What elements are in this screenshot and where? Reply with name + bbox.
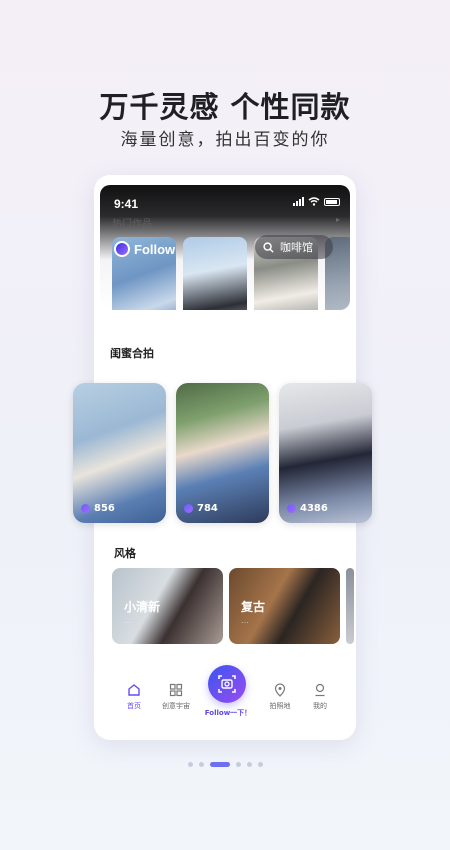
like-count: 4386	[287, 503, 328, 514]
status-time: 9:41	[114, 197, 139, 211]
style-card-fresh[interactable]: 小清新 …	[112, 568, 223, 644]
page-dot[interactable]	[246, 762, 252, 767]
friends-list: 856 784 4386	[73, 383, 372, 523]
tab-me[interactable]: 我的	[298, 683, 342, 711]
tab-spot-label: 拍照地	[269, 702, 291, 710]
tab-bar: 首页 创意宇宙 Follow一下！ 拍照地 我的	[94, 665, 356, 725]
tab-universe[interactable]: 创意宇宙	[154, 683, 198, 711]
tab-me-label: 我的	[313, 702, 327, 710]
subheadline: 海量创意，拍出百变的你	[120, 130, 330, 150]
page-dot-active[interactable]	[209, 762, 230, 767]
friends-card[interactable]: 856	[73, 383, 166, 523]
phone-mockup: 9:41 热门作品 ▸ 856	[73, 175, 372, 740]
search-icon	[263, 241, 274, 253]
page-dot[interactable]	[187, 762, 193, 767]
hot-title: 热门作品	[112, 219, 152, 230]
wifi-icon	[308, 197, 320, 206]
location-pin-icon	[274, 683, 286, 697]
page-dot[interactable]	[257, 762, 263, 767]
home-icon	[128, 684, 140, 696]
battery-icon	[324, 197, 340, 206]
page-dot[interactable]	[235, 762, 241, 767]
follow-logo-icon	[114, 241, 130, 257]
hot-card[interactable]: 384	[183, 237, 247, 310]
style-card-retro[interactable]: 复古 …	[229, 568, 340, 644]
style-title: 风格	[114, 547, 136, 560]
friends-card[interactable]: 4386	[279, 383, 372, 523]
tab-home[interactable]: 首页	[112, 683, 156, 711]
page-dot[interactable]	[198, 762, 204, 767]
follow-logo-icon	[184, 504, 193, 513]
status-icons	[293, 197, 340, 206]
friends-title: 闺蜜合拍	[110, 347, 154, 360]
signal-icon	[293, 197, 304, 206]
follow-logo-icon	[81, 504, 90, 513]
search-input[interactable]: 咖啡馆	[255, 235, 333, 259]
page-indicator	[0, 762, 450, 767]
follow-badge[interactable]: Follow	[114, 241, 175, 257]
camera-icon	[218, 675, 236, 693]
profile-icon	[315, 683, 325, 697]
tab-spot[interactable]: 拍照地	[258, 683, 302, 711]
tab-universe-label: 创意宇宙	[162, 702, 190, 710]
camera-button[interactable]	[208, 665, 246, 703]
style-card-title: 小清新	[124, 600, 161, 614]
friends-card[interactable]: 784	[176, 383, 269, 523]
hot-section: 9:41 热门作品 ▸ 856	[100, 185, 350, 310]
grid-icon	[169, 683, 183, 697]
headline: 万千灵感 个性同款	[99, 90, 351, 124]
hot-more-link[interactable]: ▸	[336, 215, 340, 224]
style-card[interactable]	[346, 568, 354, 644]
like-count: 856	[81, 503, 115, 514]
tab-home-label: 首页	[127, 702, 141, 710]
like-count: 784	[184, 503, 218, 514]
follow-logo-icon	[287, 504, 296, 513]
style-card-subtitle: …	[124, 616, 132, 625]
style-card-subtitle: …	[241, 616, 249, 625]
camera-button-label: Follow一下！	[204, 709, 252, 717]
style-list: 小清新 … 复古 …	[112, 568, 354, 644]
style-card-title: 复古	[241, 600, 266, 614]
